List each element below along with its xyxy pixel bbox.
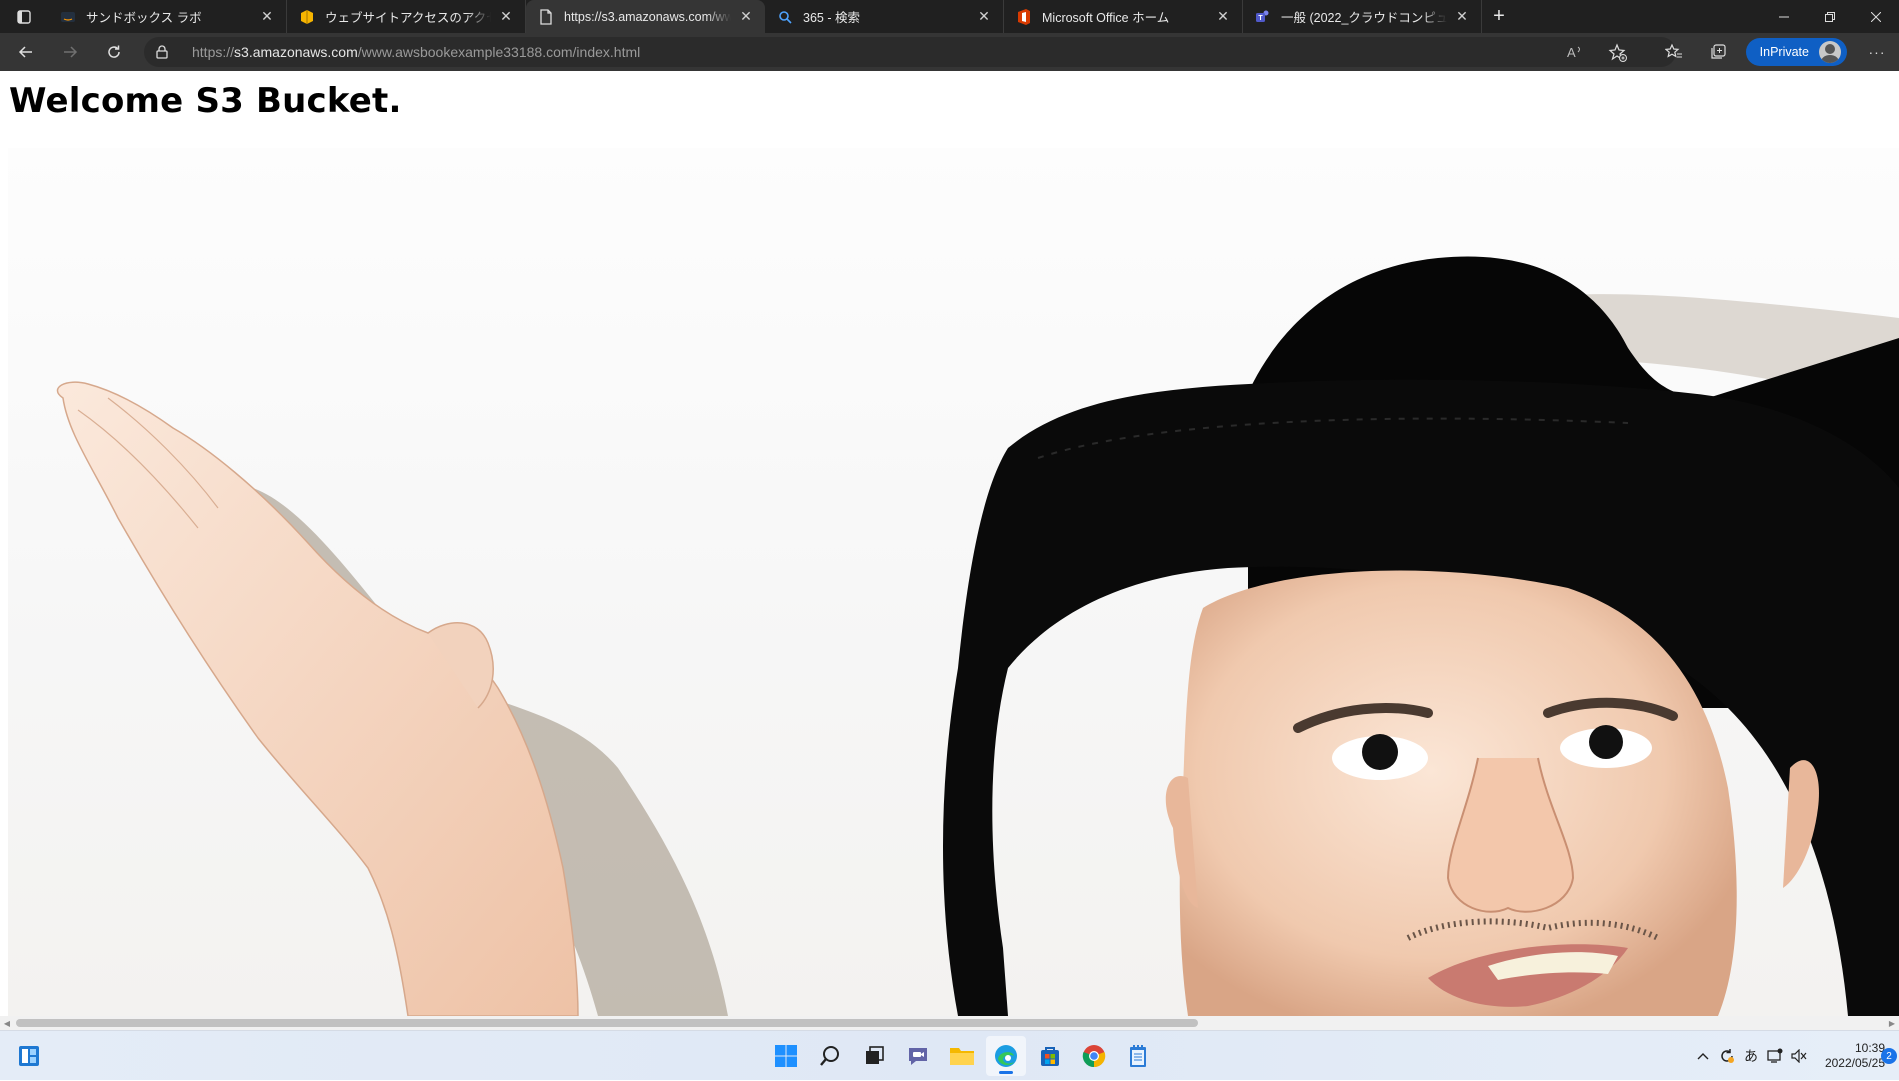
scrollbar-thumb[interactable]	[16, 1019, 1198, 1027]
inprivate-label: InPrivate	[1759, 45, 1809, 59]
forward-button[interactable]	[48, 33, 92, 71]
widgets-icon[interactable]	[18, 1045, 40, 1067]
tab-actions-button[interactable]	[0, 0, 48, 33]
tab-actions-icon	[17, 9, 31, 24]
toolbar-right: InPrivate ···	[1652, 33, 1899, 71]
system-tray: あ 10:39 2022/05/25 2	[1691, 1031, 1899, 1081]
tab-s3-index[interactable]: https://s3.amazonaws.com/www.awsbookexam…	[526, 0, 765, 33]
sync-icon[interactable]	[1715, 1031, 1739, 1081]
close-tab-icon[interactable]: ✕	[737, 8, 755, 26]
avatar	[1819, 41, 1841, 63]
lock-icon[interactable]	[144, 45, 180, 59]
notepad-button[interactable]	[1118, 1036, 1158, 1076]
svg-text:T: T	[1258, 15, 1263, 22]
url-scheme: https://	[192, 44, 235, 60]
add-favorite-icon[interactable]	[1608, 43, 1628, 63]
settings-more-button[interactable]: ···	[1855, 33, 1899, 71]
restore-button[interactable]	[1807, 0, 1853, 33]
arrow-left-icon	[18, 46, 32, 58]
tab-title: Microsoft Office ホーム	[1042, 11, 1170, 25]
teams-chat-icon	[909, 1048, 927, 1065]
volume-muted-icon[interactable]	[1787, 1031, 1811, 1081]
tab-website-permissions[interactable]: ウェブサイトアクセスのアクセス許可の設定 ✕	[287, 0, 526, 33]
minimize-button[interactable]	[1761, 0, 1807, 33]
close-tab-icon[interactable]: ✕	[1214, 8, 1232, 26]
tab-title: ウェブサイトアクセスのアクセス許可の設定	[325, 11, 491, 25]
refresh-button[interactable]	[92, 33, 136, 71]
chrome-button[interactable]	[1074, 1036, 1114, 1076]
scroll-right-icon[interactable]: ▶	[1885, 1016, 1899, 1030]
refresh-icon	[108, 45, 120, 58]
file-explorer-button[interactable]	[942, 1036, 982, 1076]
close-tab-icon[interactable]: ✕	[975, 8, 993, 26]
chrome-icon	[1082, 1045, 1106, 1068]
chat-button[interactable]	[898, 1036, 938, 1076]
favorites-button[interactable]	[1652, 33, 1696, 71]
close-window-button[interactable]	[1853, 0, 1899, 33]
url-host: s3.amazonaws.com	[234, 44, 358, 60]
notification-badge[interactable]: 2	[1881, 1048, 1897, 1064]
favorites-icon	[1664, 43, 1682, 58]
new-tab-button[interactable]: +	[1482, 0, 1516, 33]
tab-365-search[interactable]: 365 - 検索 ✕	[765, 0, 1004, 33]
task-view-icon	[866, 1046, 884, 1064]
browser-toolbar: https://s3.amazonaws.com/www.awsbookexam…	[0, 33, 1899, 71]
minimize-icon	[1779, 16, 1789, 17]
taskbar-apps	[766, 1036, 1158, 1076]
scroll-left-icon[interactable]: ◀	[0, 1016, 14, 1030]
tab-title: https://s3.amazonaws.com/www.awsbookexam…	[564, 9, 731, 24]
tab-title: サンドボックス ラボ	[86, 11, 202, 25]
clock-date: 2022/05/25	[1824, 1056, 1885, 1070]
notepad-icon	[1130, 1045, 1146, 1067]
taskbar: あ 10:39 2022/05/25 2	[0, 1030, 1899, 1080]
collections-icon	[1711, 44, 1726, 59]
task-view-button[interactable]	[854, 1036, 894, 1076]
start-button[interactable]	[766, 1036, 806, 1076]
tab-title: 365 - 検索	[803, 11, 860, 25]
edge-button[interactable]	[986, 1036, 1026, 1076]
bucket-photo	[8, 148, 1899, 1016]
inprivate-button[interactable]: InPrivate	[1745, 38, 1847, 66]
store-icon	[1041, 1047, 1059, 1066]
aws-s3-icon	[299, 9, 315, 25]
teams-icon: T	[1255, 9, 1271, 25]
tab-office-home[interactable]: Microsoft Office ホーム ✕	[1004, 0, 1243, 33]
close-tab-icon[interactable]: ✕	[497, 8, 515, 26]
cowboy-photo-illustration	[56, 256, 1899, 1016]
edge-icon	[995, 1045, 1017, 1067]
tab-teams-general[interactable]: T 一般 (2022_クラウドコンピューティング ✕	[1243, 0, 1482, 33]
search-button[interactable]	[810, 1036, 850, 1076]
tab-title: 一般 (2022_クラウドコンピューティング	[1281, 11, 1447, 25]
page-content: Welcome S3 Bucket.	[0, 71, 1899, 1016]
close-tab-icon[interactable]: ✕	[258, 8, 276, 26]
window-controls	[1761, 0, 1899, 33]
back-button[interactable]	[4, 33, 48, 71]
close-tab-icon[interactable]: ✕	[1453, 8, 1471, 26]
folder-icon	[950, 1048, 974, 1065]
windows-logo-icon	[775, 1045, 797, 1067]
tab-sandbox-lab[interactable]: サンドボックス ラボ ✕	[48, 0, 287, 33]
arrow-right-icon	[64, 46, 78, 58]
restore-icon	[1825, 11, 1835, 22]
tray-overflow-chevron-up-icon[interactable]	[1691, 1031, 1715, 1081]
network-icon[interactable]	[1763, 1031, 1787, 1081]
svg-text:A: A	[1567, 45, 1576, 60]
page-icon	[538, 8, 554, 25]
address-bar[interactable]: https://s3.amazonaws.com/www.awsbookexam…	[144, 37, 1676, 67]
store-button[interactable]	[1030, 1036, 1070, 1076]
read-aloud-icon[interactable]: A	[1566, 43, 1584, 61]
url-text[interactable]: https://s3.amazonaws.com/www.awsbookexam…	[192, 44, 640, 60]
horizontal-scrollbar[interactable]: ◀ ▶	[0, 1016, 1899, 1030]
aws-icon	[60, 9, 76, 25]
ime-indicator[interactable]: あ	[1739, 1031, 1763, 1081]
search-icon	[777, 9, 793, 25]
close-icon	[1871, 11, 1881, 22]
office-icon	[1016, 8, 1032, 25]
page-heading: Welcome S3 Bucket.	[9, 81, 402, 121]
search-icon	[820, 1046, 839, 1066]
url-path: /www.awsbookexample33188.com/index.html	[357, 44, 641, 60]
clock-time: 10:39	[1854, 1041, 1885, 1055]
tab-strip: サンドボックス ラボ ✕ ウェブサイトアクセスのアクセス許可の設定 ✕ http…	[0, 0, 1899, 33]
collections-button[interactable]	[1696, 33, 1740, 71]
